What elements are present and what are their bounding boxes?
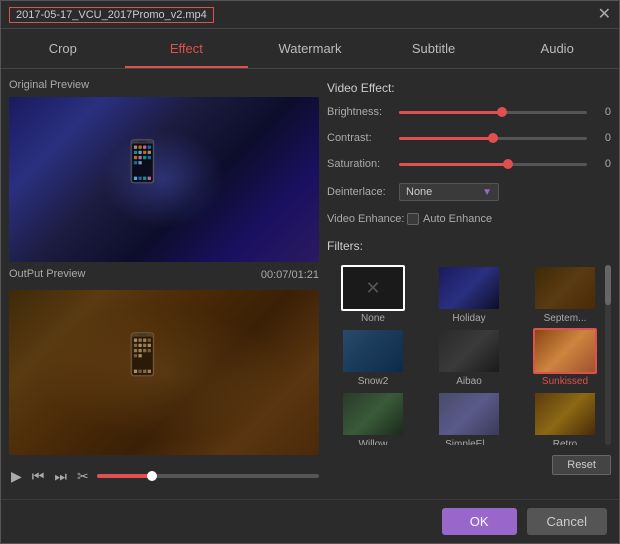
cancel-button[interactable]: Cancel — [527, 508, 607, 535]
brightness-thumb — [497, 107, 507, 117]
cut-button[interactable]: ✂ — [75, 466, 91, 487]
tab-crop[interactable]: Crop — [1, 29, 125, 68]
video-effect-title: Video Effect: — [327, 81, 611, 95]
brightness-fill — [399, 111, 502, 114]
filter-september-thumb — [533, 265, 597, 311]
filter-aibao[interactable]: Aibao — [423, 328, 515, 387]
saturation-thumb — [503, 159, 513, 169]
filter-none[interactable]: ✕ None — [327, 265, 419, 324]
filename-label: 2017-05-17_VCU_2017Promo_v2.mp4 — [9, 7, 214, 23]
filter-sunkissed[interactable]: Sunkissed — [519, 328, 611, 387]
original-preview-image — [9, 97, 319, 262]
tab-effect[interactable]: Effect — [125, 29, 249, 68]
filters-grid: ✕ None Holiday — [327, 265, 611, 445]
reset-button[interactable]: Reset — [552, 455, 611, 475]
tab-subtitle[interactable]: Subtitle — [372, 29, 496, 68]
filter-retro-thumb — [533, 391, 597, 437]
original-preview-box — [9, 97, 319, 262]
playback-controls: ▶ ⏮ ⏭ ✂ — [9, 461, 319, 491]
filter-none-thumb: ✕ — [341, 265, 405, 311]
right-panel: Video Effect: Brightness: 0 Contrast: — [327, 77, 611, 491]
filter-snow2-thumb — [341, 328, 405, 374]
tabs-bar: Crop Effect Watermark Subtitle Audio — [1, 29, 619, 69]
filter-holiday-thumb — [437, 265, 501, 311]
original-preview-label: Original Preview — [9, 77, 319, 91]
deinterlace-row: Deinterlace: None ▼ — [327, 183, 611, 201]
app-window: 2017-05-17_VCU_2017Promo_v2.mp4 ✕ Crop E… — [0, 0, 620, 544]
dropdown-arrow-icon: ▼ — [482, 187, 492, 198]
left-panel: Original Preview OutPut Preview 00:07/01… — [9, 77, 319, 491]
play-button[interactable]: ▶ — [9, 466, 24, 487]
main-content: Original Preview OutPut Preview 00:07/01… — [1, 69, 619, 499]
contrast-slider[interactable] — [399, 131, 587, 145]
filter-sunkissed-thumb — [533, 328, 597, 374]
filter-willow[interactable]: Willow — [327, 391, 419, 445]
deinterlace-select[interactable]: None ▼ — [399, 183, 499, 201]
tab-audio[interactable]: Audio — [495, 29, 619, 68]
contrast-thumb — [488, 133, 498, 143]
bottom-bar: OK Cancel — [1, 499, 619, 543]
brightness-slider[interactable] — [399, 105, 587, 119]
close-button[interactable]: ✕ — [598, 7, 611, 23]
filter-simpleel-thumb — [437, 391, 501, 437]
output-preview-image — [9, 290, 319, 455]
filters-title: Filters: — [327, 239, 611, 253]
saturation-slider[interactable] — [399, 157, 587, 171]
tab-watermark[interactable]: Watermark — [248, 29, 372, 68]
filter-september[interactable]: Septem... — [519, 265, 611, 324]
filter-retro[interactable]: Retro — [519, 391, 611, 445]
output-preview-box — [9, 290, 319, 455]
saturation-row: Saturation: 0 — [327, 157, 611, 171]
filter-willow-thumb — [341, 391, 405, 437]
contrast-row: Contrast: 0 — [327, 131, 611, 145]
ok-button[interactable]: OK — [442, 508, 517, 535]
brightness-row: Brightness: 0 — [327, 105, 611, 119]
reset-row: Reset — [327, 455, 611, 475]
filter-aibao-thumb — [437, 328, 501, 374]
scrollbar-thumb[interactable] — [605, 265, 611, 305]
title-bar: 2017-05-17_VCU_2017Promo_v2.mp4 ✕ — [1, 1, 619, 29]
next-button[interactable]: ⏭ — [52, 466, 69, 487]
output-header: OutPut Preview 00:07/01:21 — [9, 268, 319, 282]
prev-button[interactable]: ⏮ — [30, 466, 47, 487]
filter-holiday[interactable]: Holiday — [423, 265, 515, 324]
saturation-fill — [399, 163, 508, 166]
auto-enhance-checkbox[interactable] — [407, 213, 419, 225]
contrast-fill — [399, 137, 493, 140]
scrollbar-track — [605, 265, 611, 445]
progress-bar[interactable] — [97, 474, 319, 478]
progress-thumb — [147, 471, 157, 481]
filter-snow2[interactable]: Snow2 — [327, 328, 419, 387]
filter-simpleel[interactable]: SimpleEl... — [423, 391, 515, 445]
enhance-row: Video Enhance: Auto Enhance — [327, 213, 611, 225]
progress-fill — [97, 474, 153, 478]
